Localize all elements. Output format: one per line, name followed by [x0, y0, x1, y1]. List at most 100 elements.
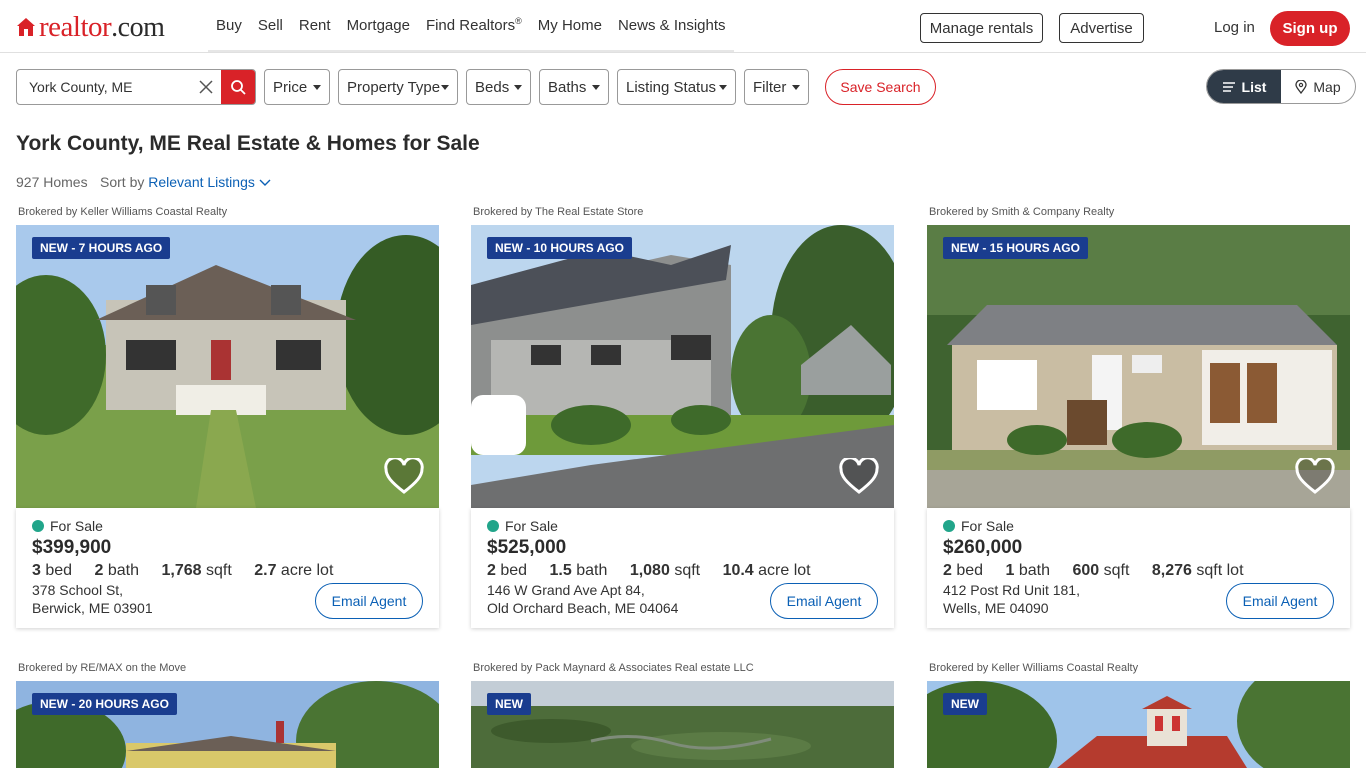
lot-value: 8,276: [1151, 562, 1192, 579]
list-view-label: List: [1241, 78, 1267, 95]
location-search[interactable]: York County, ME: [16, 69, 256, 105]
new-listing-badge: NEW - 7 HOURS AGO: [32, 237, 171, 259]
map-view-button[interactable]: Map: [1281, 70, 1355, 103]
house-photo: [471, 225, 894, 508]
property-type-filter[interactable]: Property Type: [338, 69, 458, 105]
broker-label: Brokered by Smith & Company Realty: [929, 206, 1115, 218]
status-dot-icon: [487, 520, 499, 532]
sort-control[interactable]: Sort by Relevant Listings: [100, 174, 271, 190]
status-badge: For Sale: [32, 518, 103, 534]
map-view-label: Map: [1313, 78, 1341, 95]
list-icon: [1222, 81, 1235, 92]
listing-photo[interactable]: NEW - 7 HOURS AGO: [16, 225, 439, 508]
listing-specs: 2 bed 1 bath 600 sqft 8,276 sqft lot: [943, 562, 1262, 580]
search-button[interactable]: [221, 70, 255, 104]
listing-address[interactable]: 146 W Grand Ave Apt 84, Old Orchard Beach…: [487, 581, 678, 617]
beds-unit: bed: [45, 562, 73, 579]
beds-unit: bed: [500, 562, 528, 579]
status-badge: For Sale: [487, 518, 558, 534]
lot-value: 10.4: [722, 562, 754, 579]
chevron-down-icon: [259, 179, 271, 186]
login-link[interactable]: Log in: [1214, 19, 1255, 36]
chevron-down-icon: [792, 85, 800, 90]
realtor-logo[interactable]: realtor.com: [16, 12, 165, 42]
sqft-unit: sqft: [205, 562, 232, 579]
address-line1: 146 W Grand Ave Apt 84,: [487, 582, 645, 598]
lot-unit: acre lot: [758, 562, 811, 579]
baths-value: 1.5: [549, 562, 572, 579]
house-photo: [927, 681, 1350, 768]
status-badge: For Sale: [943, 518, 1014, 534]
new-listing-badge: NEW - 20 HOURS AGO: [32, 693, 177, 715]
new-listing-badge: NEW: [943, 693, 987, 715]
baths-filter-label: Baths: [548, 78, 587, 96]
listing-photo[interactable]: NEW - 15 HOURS AGO: [927, 225, 1350, 508]
nav-my-home[interactable]: My Home: [530, 17, 610, 34]
more-filter-label: Filter: [753, 78, 787, 96]
chevron-down-icon: [719, 85, 727, 90]
lot-unit: sqft lot: [1196, 562, 1244, 579]
beds-value: 3: [32, 562, 41, 579]
listing-status-filter[interactable]: Listing Status: [617, 69, 736, 105]
heart-icon[interactable]: [838, 458, 880, 496]
manage-rentals-button[interactable]: Manage rentals: [920, 13, 1043, 43]
listing-info: For Sale $399,900 3 bed 2 bath 1,768 sqf…: [16, 508, 439, 628]
nav-buy[interactable]: Buy: [208, 17, 250, 34]
advertise-button[interactable]: Advertise: [1059, 13, 1144, 43]
main-nav: Buy Sell Rent Mortgage Find Realtors® My…: [208, 0, 734, 52]
listing-address[interactable]: 412 Post Rd Unit 181, Wells, ME 04090: [943, 581, 1080, 617]
nav-rent[interactable]: Rent: [291, 17, 339, 34]
signup-button[interactable]: Sign up: [1270, 11, 1350, 46]
listing-info: For Sale $525,000 2 bed 1.5 bath 1,080 s…: [471, 508, 894, 628]
listing-address[interactable]: 378 School St, Berwick, ME 03901: [32, 581, 153, 617]
listing-photo[interactable]: NEW: [927, 681, 1350, 768]
map-pin-icon: [1295, 79, 1308, 94]
nav-mortgage[interactable]: Mortgage: [339, 17, 418, 34]
email-agent-button[interactable]: Email Agent: [1226, 583, 1334, 619]
baths-value: 2: [94, 562, 104, 579]
sort-label: Sort by: [100, 174, 145, 190]
house-photo: [927, 225, 1350, 508]
sort-value[interactable]: Relevant Listings: [148, 174, 255, 190]
broker-label: Brokered by The Real Estate Store: [473, 206, 644, 218]
sqft-value: 600: [1072, 562, 1100, 579]
more-filter[interactable]: Filter: [744, 69, 809, 105]
chevron-down-icon: [514, 85, 522, 90]
beds-filter[interactable]: Beds: [466, 69, 531, 105]
broker-label: Brokered by Pack Maynard & Associates Re…: [473, 662, 754, 674]
heart-icon[interactable]: [1294, 458, 1336, 496]
clear-icon[interactable]: [191, 80, 221, 94]
nav-news-insights[interactable]: News & Insights: [610, 17, 734, 34]
beds-unit: bed: [956, 562, 984, 579]
listing-info: For Sale $260,000 2 bed 1 bath 600 sqft …: [927, 508, 1350, 628]
address-line2: Old Orchard Beach, ME 04064: [487, 600, 679, 616]
listing-photo[interactable]: NEW - 20 HOURS AGO: [16, 681, 439, 768]
broker-label: Brokered by Keller Williams Coastal Real…: [929, 662, 1139, 674]
house-logo-icon: [17, 18, 35, 36]
nav-sell[interactable]: Sell: [250, 17, 291, 34]
broker-label: Brokered by Keller Williams Coastal Real…: [18, 206, 228, 218]
listing-photo[interactable]: NEW: [471, 681, 894, 768]
baths-filter[interactable]: Baths: [539, 69, 609, 105]
listing-status-filter-label: Listing Status: [626, 78, 717, 96]
status-label: For Sale: [505, 518, 558, 534]
listing-price: $260,000: [943, 537, 1023, 558]
heart-icon[interactable]: [383, 458, 425, 496]
sqft-value: 1,080: [629, 562, 670, 579]
email-agent-button[interactable]: Email Agent: [770, 583, 878, 619]
sqft-unit: sqft: [674, 562, 701, 579]
status-dot-icon: [32, 520, 44, 532]
save-search-button[interactable]: Save Search: [825, 69, 936, 105]
list-view-button[interactable]: List: [1207, 70, 1281, 103]
location-search-input[interactable]: York County, ME: [17, 79, 191, 95]
nav-find-realtors[interactable]: Find Realtors®: [418, 16, 530, 34]
address-line2: Berwick, ME 03901: [32, 600, 153, 616]
chevron-down-icon: [441, 85, 449, 90]
baths-unit: bath: [107, 562, 140, 579]
baths-unit: bath: [1018, 562, 1051, 579]
price-filter[interactable]: Price: [264, 69, 330, 105]
lot-value: 2.7: [254, 562, 277, 579]
email-agent-button[interactable]: Email Agent: [315, 583, 423, 619]
listing-photo[interactable]: NEW - 10 HOURS AGO: [471, 225, 894, 508]
address-line1: 412 Post Rd Unit 181,: [943, 582, 1080, 598]
